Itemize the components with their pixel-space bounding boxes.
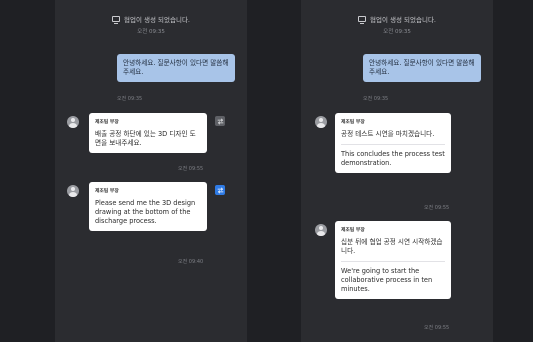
message-text: 배출 공정 하단에 있는 3D 디자인 도면을 보내주세요. [95, 130, 196, 147]
message-text: 공정 테스트 시연을 마치겠습니다. [341, 130, 435, 138]
system-notice-text: 협업이 생성 되었습니다. [370, 16, 436, 24]
system-notice-text: 협업이 생성 되었습니다. [124, 16, 190, 24]
message-bubble[interactable]: 제조팀 부장 공정 테스트 시연을 마치겠습니다. This concludes… [335, 113, 451, 173]
message-time: 오전 09:40 [178, 259, 204, 265]
translate-button[interactable] [215, 116, 225, 126]
translate-button-active[interactable] [215, 185, 225, 195]
message-time: 오전 09:55 [424, 325, 450, 331]
my-message-time: 오전 09:35 [117, 96, 143, 102]
my-message-text: 안녕하세요. 질문사항이 있다면 말씀해주세요. [369, 59, 475, 76]
screen: 협업이 생성 되었습니다. 오전 09:35 안녕하세요. 질문사항이 있다면 … [0, 0, 533, 342]
system-notice-time: 오전 09:35 [137, 29, 165, 35]
chat-panel-left: 협업이 생성 되었습니다. 오전 09:35 안녕하세요. 질문사항이 있다면 … [55, 0, 247, 342]
system-notice-time: 오전 09:35 [383, 29, 411, 35]
avatar[interactable] [67, 185, 79, 197]
message-translation: We're going to start the collaborative p… [341, 267, 433, 293]
avatar[interactable] [67, 116, 79, 128]
message-sender: 제조팀 부장 [341, 120, 365, 125]
message-text: 십분 뒤에 협업 공정 시연 시작하겠습니다. [341, 238, 443, 255]
message-bubble[interactable]: 제조팀 부장 Please send me the 3D design draw… [89, 182, 207, 231]
avatar[interactable] [315, 224, 327, 236]
swap-icon [217, 117, 223, 125]
my-message-text: 안녕하세요. 질문사항이 있다면 말씀해주세요. [123, 59, 229, 76]
monitor-icon [112, 16, 120, 24]
my-message-bubble[interactable]: 안녕하세요. 질문사항이 있다면 말씀해주세요. [363, 54, 481, 82]
message-time: 오전 09:55 [178, 166, 204, 172]
message-text: Please send me the 3D design drawing at … [95, 199, 196, 225]
translation-divider [341, 261, 445, 262]
message-bubble[interactable]: 제조팀 부장 십분 뒤에 협업 공정 시연 시작하겠습니다. We're goi… [335, 221, 451, 299]
message-bubble[interactable]: 제조팀 부장 배출 공정 하단에 있는 3D 디자인 도면을 보내주세요. [89, 113, 207, 153]
message-sender: 제조팀 부장 [95, 120, 119, 125]
system-notice: 협업이 생성 되었습니다. 오전 09:35 [301, 14, 493, 35]
message-sender: 제조팀 부장 [95, 189, 119, 194]
translation-divider [341, 144, 445, 145]
my-message-bubble[interactable]: 안녕하세요. 질문사항이 있다면 말씀해주세요. [117, 54, 235, 82]
monitor-icon [358, 16, 366, 24]
message-translation: This concludes the process test demonstr… [341, 150, 445, 167]
avatar[interactable] [315, 116, 327, 128]
message-sender: 제조팀 부장 [341, 228, 365, 233]
swap-icon [217, 186, 223, 194]
chat-panel-right: 협업이 생성 되었습니다. 오전 09:35 안녕하세요. 질문사항이 있다면 … [301, 0, 493, 342]
message-time: 오전 09:55 [424, 205, 450, 211]
system-notice: 협업이 생성 되었습니다. 오전 09:35 [55, 14, 247, 35]
my-message-time: 오전 09:35 [363, 96, 389, 102]
